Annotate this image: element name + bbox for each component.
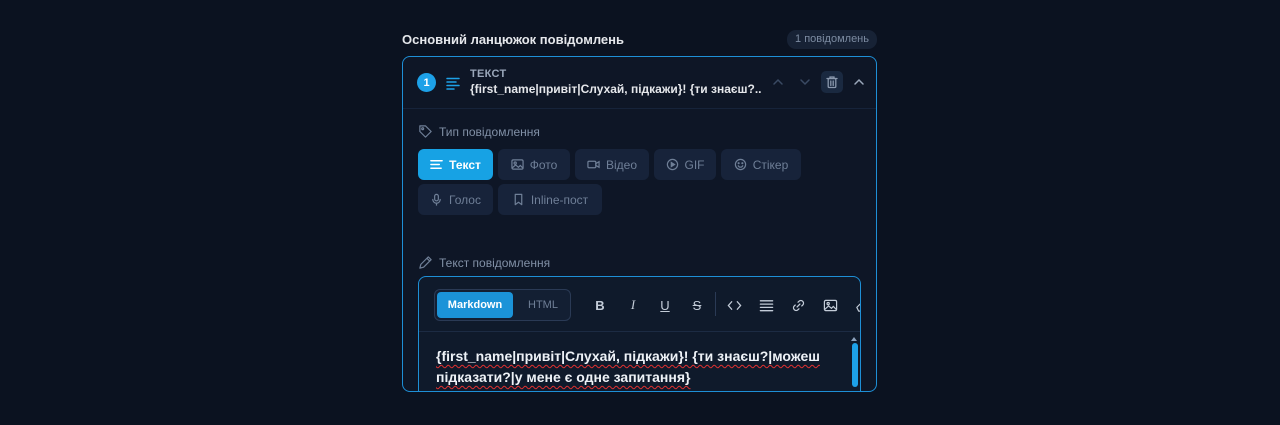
chevron-down-icon <box>800 79 810 86</box>
chevron-up-icon <box>854 78 864 85</box>
type-gif-label: GIF <box>684 157 705 172</box>
underline-button[interactable]: U <box>655 295 675 315</box>
message-text-content: {first_name|привіт|Слухай, підкажи}! {ти… <box>436 348 820 385</box>
message-kind-label: ТЕКСТ <box>470 68 507 80</box>
section-title: Основний ланцюжок повідомлень <box>402 31 624 47</box>
bold-button[interactable]: B <box>590 295 610 315</box>
message-type-label-row: Тип повідомлення <box>418 124 540 139</box>
type-text-button[interactable]: Текст <box>418 149 493 180</box>
collapse-button[interactable] <box>848 71 870 93</box>
pencil-icon <box>419 256 432 269</box>
message-type-label: Тип повідомлення <box>439 124 540 139</box>
image-icon <box>511 159 524 170</box>
message-preview: {first_name|привіт|Слухай, підкажи}! {ти… <box>470 82 762 96</box>
message-card: 1 ТЕКСТ {first_name|привіт|Слухай, підка… <box>402 56 877 392</box>
move-up-button[interactable] <box>767 71 789 93</box>
tag-icon <box>419 125 432 138</box>
align-justify-icon <box>759 299 773 311</box>
type-sticker-label: Стікер <box>752 157 789 172</box>
type-inline-post-label: Inline-пост <box>530 192 589 207</box>
align-button[interactable] <box>756 295 776 315</box>
code-icon <box>727 300 741 310</box>
markdown-mode-button[interactable]: Markdown <box>437 292 513 318</box>
smile-icon <box>734 158 746 171</box>
insert-image-button[interactable] <box>820 295 840 315</box>
type-photo-label: Фото <box>529 157 558 172</box>
mic-icon <box>432 193 441 206</box>
format-mode-switch: Markdown HTML <box>434 289 571 321</box>
message-chain-section: Основний ланцюжок повідомлень 1 повідомл… <box>402 28 877 392</box>
type-video-button[interactable]: Відео <box>575 149 649 180</box>
play-circle-icon <box>666 158 678 171</box>
type-video-label: Відео <box>605 157 638 172</box>
toolbar-divider <box>715 292 716 316</box>
scroll-up-arrow[interactable] <box>851 337 857 341</box>
message-card-header[interactable]: 1 ТЕКСТ {first_name|привіт|Слухай, підка… <box>403 57 876 109</box>
editor-scrollbar[interactable] <box>852 343 858 387</box>
link-icon <box>792 299 804 311</box>
type-sticker-button[interactable]: Стікер <box>721 149 801 180</box>
message-number-badge: 1 <box>417 73 436 92</box>
message-text-label: Текст повідомлення <box>439 255 551 270</box>
type-voice-label: Голос <box>449 192 481 207</box>
move-down-button[interactable] <box>794 71 816 93</box>
eraser-icon <box>855 302 860 312</box>
type-photo-button[interactable]: Фото <box>498 149 570 180</box>
italic-button[interactable]: I <box>623 295 643 315</box>
chevron-up-icon <box>773 78 783 85</box>
video-icon <box>587 160 600 169</box>
image-icon <box>823 299 837 311</box>
bookmark-icon <box>514 193 523 206</box>
link-button[interactable] <box>788 295 808 315</box>
type-gif-button[interactable]: GIF <box>654 149 716 180</box>
html-mode-button[interactable]: HTML <box>517 292 569 318</box>
delete-message-button[interactable] <box>821 71 843 93</box>
editor-toolbar: Markdown HTML B I U S <box>419 277 860 332</box>
section-header: Основний ланцюжок повідомлень 1 повідомл… <box>402 28 877 50</box>
message-text-input[interactable]: {first_name|привіт|Слухай, підкажи}! {ти… <box>419 332 860 391</box>
type-inline-post-button[interactable]: Inline-пост <box>498 184 602 215</box>
text-lines-icon <box>430 160 443 169</box>
strikethrough-button[interactable]: S <box>687 295 707 315</box>
message-text-label-row: Текст повідомлення <box>418 255 550 270</box>
message-editor: Markdown HTML B I U S {first_name|привіт… <box>418 276 861 391</box>
type-text-label: Текст <box>449 157 481 172</box>
message-count-badge: 1 повідомлень <box>787 29 877 49</box>
type-voice-button[interactable]: Голос <box>418 184 493 215</box>
text-lines-icon <box>446 77 460 90</box>
trash-icon <box>826 76 838 89</box>
clear-format-button[interactable] <box>851 295 860 315</box>
code-button[interactable] <box>724 295 744 315</box>
